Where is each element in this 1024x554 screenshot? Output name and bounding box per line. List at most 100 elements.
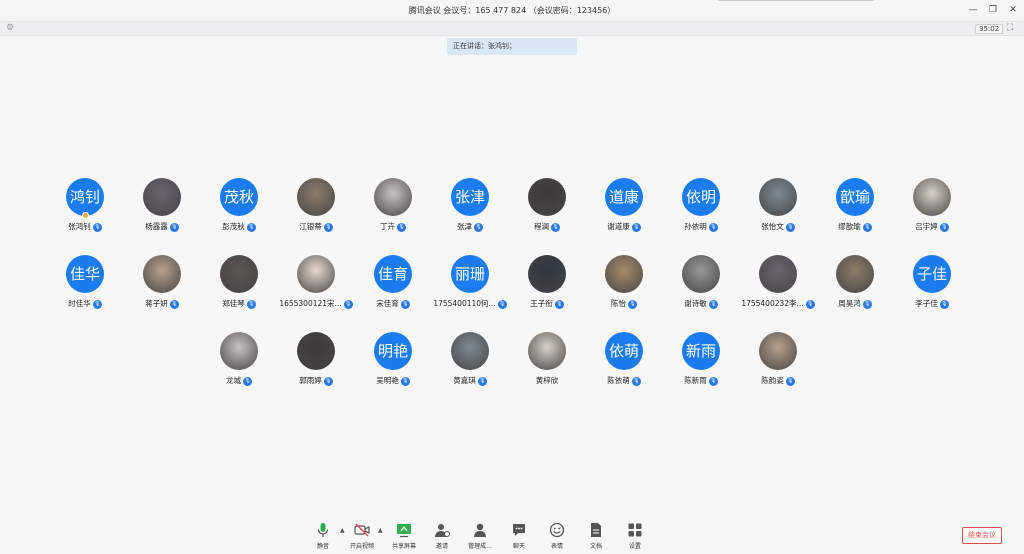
start-video-label: 开启视频 [349, 543, 374, 550]
mute-button[interactable]: 静音 [305, 518, 341, 554]
video-options-caret-icon[interactable]: ▲ [378, 527, 383, 534]
mic-status-icon: 🎙 [628, 299, 637, 309]
meeting-info-bar: ⚙ 35:02 ⛶ [0, 22, 1024, 36]
avatar: 明艳 [374, 332, 412, 370]
mic-status-icon: 🎙 [323, 222, 333, 232]
participant-name-text: 1755400110何... [433, 299, 496, 308]
participant-name-text: 张怡文 [761, 222, 784, 231]
document-button[interactable]: 文档 [578, 518, 614, 554]
participant-name-text: 1755400232李... [741, 299, 804, 308]
participant-tile[interactable]: 子佳李子佳 🎙 [882, 255, 982, 315]
avatar [220, 255, 258, 293]
minimize-icon[interactable]: — [968, 4, 978, 16]
mic-status-icon: 🎙 [323, 376, 333, 386]
settings-label: 设置 [628, 543, 641, 550]
network-status-icon[interactable]: ⚙ [6, 23, 14, 33]
participant-name-text: 江银蒂 [299, 222, 322, 231]
mic-status-icon: 🎙 [397, 222, 406, 232]
avatar: 依明 [682, 178, 720, 216]
participant-name-text: 郭雨婷 [299, 376, 322, 385]
end-meeting-button[interactable]: 结束会议 [962, 527, 1002, 544]
mic-status-icon: 🎙 [631, 222, 641, 232]
participant-name-text: 吕宇婷 [915, 222, 938, 231]
chat-icon [513, 524, 525, 536]
settings-icon [628, 523, 642, 537]
avatar: 茂秋 [220, 178, 258, 216]
participant-name-text: 张津 [457, 222, 472, 231]
document-label: 文档 [589, 543, 602, 550]
avatar: 丽珊 [451, 255, 489, 293]
mic-status-icon: 🎙 [169, 299, 179, 309]
close-icon[interactable]: ✕ [1008, 4, 1018, 16]
mic-status-icon: 🎙 [551, 222, 560, 232]
mic-status-icon: 🎙 [477, 376, 487, 386]
mic-status-icon: 🎙 [400, 299, 410, 309]
avatar [143, 255, 181, 293]
participant-tile[interactable]: 陈韵姿 🎙 [728, 332, 828, 392]
meeting-toolbar: 静音 ▲ 开启视频 ▲ 共享屏幕 邀请 管理成... 聊天 表情 文档 设置 [0, 518, 1024, 554]
participant-name-text: 缪歆瑜 [838, 222, 861, 231]
avatar [143, 178, 181, 216]
mic-status-icon: 🎙 [169, 222, 179, 232]
avatar [836, 255, 874, 293]
avatar [528, 255, 566, 293]
participant-name-text: 时佳华 [68, 299, 91, 308]
avatar: 张津 [451, 178, 489, 216]
avatar: 歆瑜 [836, 178, 874, 216]
invite-label: 邀请 [435, 543, 448, 550]
participant-name-text: 杨露露 [145, 222, 168, 231]
avatar: 佳华 [66, 255, 104, 293]
avatar [297, 332, 335, 370]
video-off-icon [354, 523, 370, 537]
avatar: 子佳 [913, 255, 951, 293]
share-screen-label: 共享屏幕 [391, 543, 416, 550]
mic-status-icon: 🎙 [243, 376, 252, 386]
chat-button[interactable]: 聊天 [501, 518, 537, 554]
participant-tile[interactable]: 吕宇婷 🎙 [882, 178, 982, 238]
participant-name: 陈韵姿 🎙 [728, 375, 828, 386]
participant-name-text: 1655300121宋... [279, 299, 342, 308]
settings-button[interactable]: 设置 [617, 518, 653, 554]
avatar [682, 255, 720, 293]
fullscreen-icon[interactable]: ⛶ [1007, 23, 1013, 33]
avatar [759, 332, 797, 370]
document-icon [591, 523, 601, 537]
avatar [451, 332, 489, 370]
mic-status-icon: 🎙 [708, 299, 718, 309]
avatar [297, 178, 335, 216]
window-top-line [718, 0, 874, 1]
restore-icon[interactable]: ❐ [988, 4, 998, 16]
microphone-icon [317, 523, 329, 537]
avatar [528, 178, 566, 216]
participant-name-text: 黄嘉琪 [453, 376, 476, 385]
mic-status-icon: 🎙 [708, 376, 718, 386]
mic-status-icon: 🎙 [939, 222, 949, 232]
mic-status-icon: 🎙 [554, 299, 564, 309]
emoji-icon [549, 522, 565, 538]
manage-members-button[interactable]: 管理成... [462, 518, 498, 554]
participant-name-text: 程澜 [534, 222, 549, 231]
participant-name-text: 彭茂秋 [222, 222, 245, 231]
mic-status-icon: 🎙 [474, 222, 483, 232]
members-icon [474, 523, 486, 537]
start-video-button[interactable]: 开启视频 [344, 518, 380, 554]
participant-name-text: 陈新雨 [684, 376, 707, 385]
mic-status-icon: 🎙 [862, 222, 872, 232]
title-bar: 腾讯会议 会议号：165 477 824 （会议密码：123456） — ❐ ✕ [0, 0, 1024, 22]
avatar [605, 255, 643, 293]
mic-status-icon: 🎙 [939, 299, 949, 309]
mic-status-icon: 🎙 [246, 222, 256, 232]
participant-name-text: 黄梓欣 [535, 376, 559, 385]
avatar [759, 178, 797, 216]
participant-name-text: 孙依明 [684, 222, 707, 231]
mic-status-icon: 🎙 [400, 376, 410, 386]
mic-status-icon: 🎙 [246, 299, 256, 309]
invite-button[interactable]: 邀请 [424, 518, 460, 554]
participant-name-text: 谢诗敏 [684, 299, 707, 308]
avatar: 依萌 [605, 332, 643, 370]
participant-name-text: 郑佳琴 [222, 299, 245, 308]
participant-name-text: 李子佳 [915, 299, 938, 308]
emoji-button[interactable]: 表情 [539, 518, 575, 554]
mute-label: 静音 [316, 543, 329, 550]
share-screen-button[interactable]: 共享屏幕 [386, 518, 422, 554]
